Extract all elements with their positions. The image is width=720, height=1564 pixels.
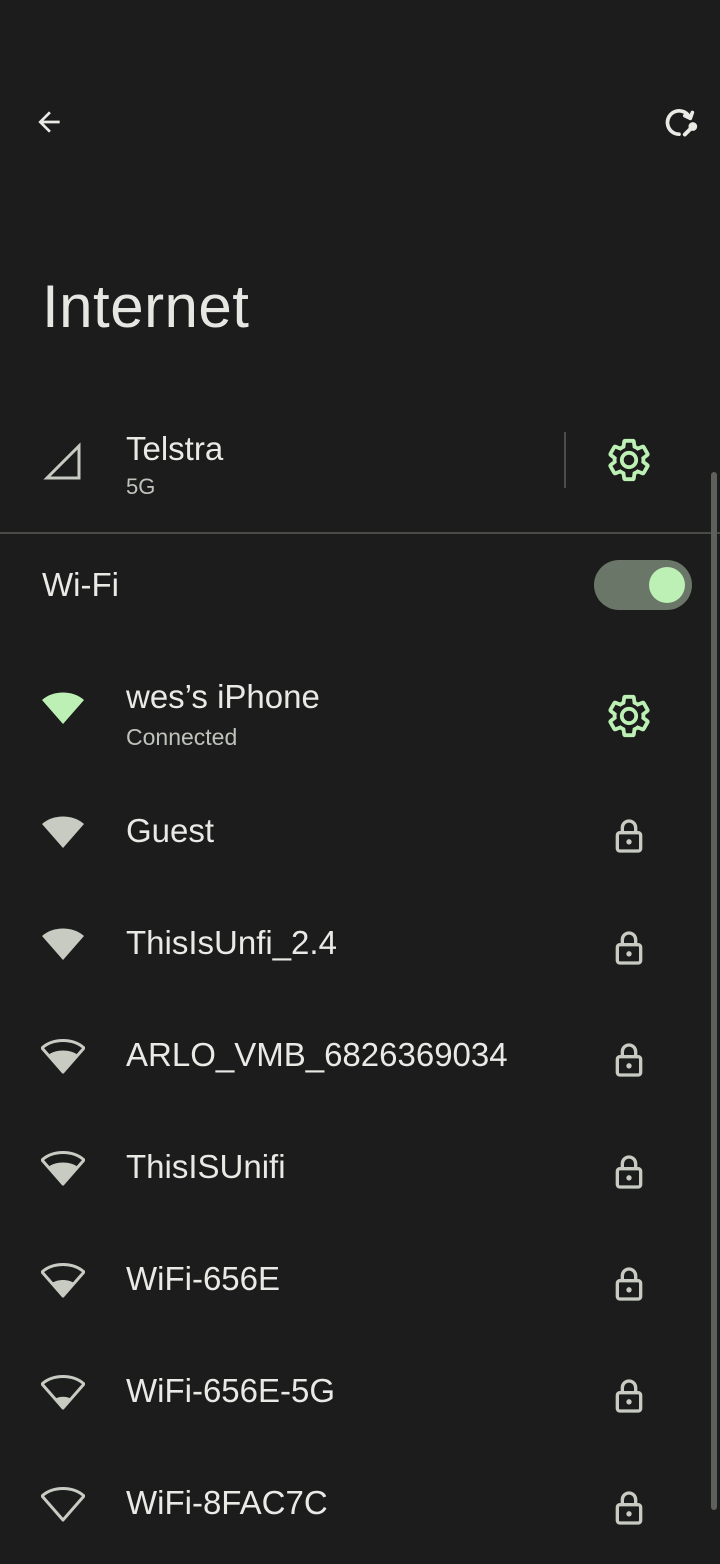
- lock-icon: [609, 1488, 649, 1533]
- network-reset-button[interactable]: [651, 94, 707, 150]
- scrollbar[interactable]: [711, 472, 717, 1510]
- carrier-name: Telstra: [126, 430, 224, 467]
- network-status: Connected: [126, 724, 238, 750]
- vertical-divider: [564, 432, 566, 488]
- wifi-network-item[interactable]: ThisISUnifi: [0, 1116, 720, 1228]
- section-divider: [0, 532, 720, 534]
- wifi-signal-full-icon: [42, 928, 84, 960]
- gear-icon: [608, 438, 650, 482]
- wifi-network-item[interactable]: WiFi-8FAC7C: [0, 1452, 720, 1564]
- wifi-network-item[interactable]: WiFi-656E-5G: [0, 1340, 720, 1452]
- network-name: WiFi-656E: [126, 1260, 281, 1297]
- mobile-settings-button[interactable]: [605, 436, 653, 489]
- page-title: Internet: [42, 273, 250, 340]
- network-name: ThisIsUnfi_2.4: [126, 924, 337, 961]
- lock-icon: [609, 816, 649, 861]
- network-settings-button[interactable]: [605, 692, 653, 745]
- wifi-signal-full-icon: [42, 692, 84, 724]
- network-type: 5G: [126, 474, 156, 499]
- network-name: Guest: [126, 812, 215, 849]
- wifi-signal-3-icon: [41, 1039, 85, 1074]
- network-name: ThisISUnifi: [126, 1148, 286, 1185]
- lock-icon: [609, 1376, 649, 1421]
- top-app-bar: [0, 0, 720, 240]
- wifi-network-item[interactable]: ThisIsUnfi_2.4: [0, 892, 720, 1004]
- wifi-network-item[interactable]: wes’s iPhone Connected: [0, 668, 720, 780]
- back-button[interactable]: [21, 94, 77, 150]
- lock-icon: [609, 1152, 649, 1197]
- wifi-signal-0-icon: [41, 1487, 85, 1522]
- wifi-toggle[interactable]: [594, 560, 692, 610]
- mobile-network-row[interactable]: Telstra 5G: [0, 408, 720, 532]
- wifi-label: Wi-Fi: [42, 566, 119, 603]
- wifi-signal-3-icon: [41, 1151, 85, 1186]
- wifi-signal-full-icon: [42, 816, 84, 848]
- wifi-signal-1-icon: [41, 1375, 85, 1410]
- lock-icon: [609, 928, 649, 973]
- network-name: WiFi-8FAC7C: [126, 1484, 328, 1521]
- wifi-network-item[interactable]: Guest: [0, 780, 720, 892]
- lock-icon: [609, 1264, 649, 1309]
- wifi-network-item[interactable]: WiFi-656E: [0, 1228, 720, 1340]
- network-name: WiFi-656E-5G: [126, 1372, 336, 1409]
- wifi-signal-2-icon: [41, 1263, 85, 1298]
- network-reset-icon: [665, 109, 698, 137]
- cell-signal-icon: [43, 442, 81, 480]
- toggle-knob: [649, 567, 685, 603]
- wifi-network-item[interactable]: ARLO_VMB_6826369034: [0, 1004, 720, 1116]
- arrow-back-icon: [38, 111, 60, 133]
- wifi-toggle-row[interactable]: Wi-Fi: [0, 546, 720, 626]
- gear-icon: [608, 694, 650, 738]
- network-name: ARLO_VMB_6826369034: [126, 1036, 508, 1073]
- lock-icon: [609, 1040, 649, 1085]
- network-name: wes’s iPhone: [126, 678, 320, 715]
